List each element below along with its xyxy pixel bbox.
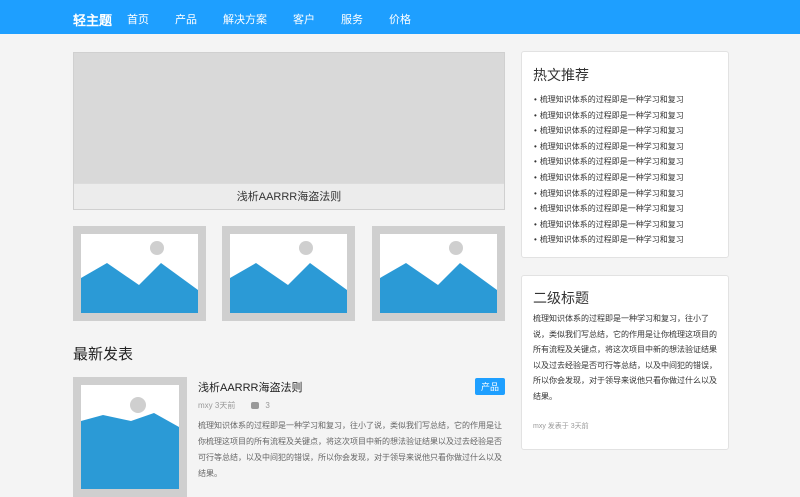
comment-count: 3 (265, 401, 270, 410)
main-nav: 首页 产品 解决方案 客户 服务 价格 (127, 11, 437, 27)
thumbnail-card[interactable] (372, 226, 505, 321)
thumbnail-card[interactable] (222, 226, 355, 321)
latest-section-title: 最新发表 (73, 346, 134, 363)
nav-products[interactable]: 产品 (175, 11, 197, 27)
hot-article-link[interactable]: 梳理知识体系的过程即是一种学习和复习 (534, 170, 684, 186)
secondary-card-meta: mxy 发表于 3天前 (533, 423, 589, 430)
image-placeholder-icon (81, 234, 198, 313)
hot-articles-card: 热文推荐 梳理知识体系的过程即是一种学习和复习 梳理知识体系的过程即是一种学习和… (521, 51, 729, 258)
hot-article-link[interactable]: 梳理知识体系的过程即是一种学习和复习 (534, 154, 684, 170)
hot-article-link[interactable]: 梳理知识体系的过程即是一种学习和复习 (534, 108, 684, 124)
image-placeholder-icon (81, 385, 179, 489)
hot-article-link[interactable]: 梳理知识体系的过程即是一种学习和复习 (534, 201, 684, 217)
hot-article-link[interactable]: 梳理知识体系的过程即是一种学习和复习 (534, 92, 684, 108)
hot-article-link[interactable]: 梳理知识体系的过程即是一种学习和复习 (534, 123, 684, 139)
hot-articles-list: 梳理知识体系的过程即是一种学习和复习 梳理知识体系的过程即是一种学习和复习 梳理… (534, 92, 684, 248)
secondary-card: 二级标题 梳理知识体系的过程即是一种学习和复习，往小了说，类似我们写总结，它的作… (521, 275, 729, 450)
hot-articles-title: 热文推荐 (533, 67, 589, 83)
comment-icon (251, 402, 260, 409)
post-thumbnail[interactable] (73, 377, 187, 497)
nav-services[interactable]: 服务 (341, 11, 363, 27)
post-time: 3天前 (214, 401, 236, 410)
post-author: mxy (198, 401, 213, 410)
hot-article-link[interactable]: 梳理知识体系的过程即是一种学习和复习 (534, 217, 684, 233)
post-title[interactable]: 浅析AARRR海盗法则 (198, 379, 303, 395)
nav-home[interactable]: 首页 (127, 11, 149, 27)
post-excerpt: 梳理知识体系的过程即是一种学习和复习，往小了说，类似我们写总结，它的作用是让你梳… (198, 421, 502, 478)
post-meta: mxy 3天前 3 (198, 400, 270, 411)
image-placeholder-icon (230, 234, 347, 313)
top-navbar: 轻主题 首页 产品 解决方案 客户 服务 价格 (0, 0, 800, 34)
hero-caption[interactable]: 浅析AARRR海盗法则 (74, 183, 504, 209)
hot-article-link[interactable]: 梳理知识体系的过程即是一种学习和复习 (534, 186, 684, 202)
thumbnail-card[interactable] (73, 226, 206, 321)
nav-solutions[interactable]: 解决方案 (223, 11, 267, 27)
category-badge[interactable]: 产品 (474, 378, 505, 395)
brand-logo[interactable]: 轻主题 (73, 10, 112, 29)
secondary-card-title: 二级标题 (533, 290, 589, 306)
image-placeholder-icon (380, 234, 497, 313)
nav-customers[interactable]: 客户 (293, 11, 315, 27)
post-item: 浅析AARRR海盗法则 产品 mxy 3天前 3 梳理知识体系的过程即是一种学习… (73, 377, 505, 497)
hot-article-link[interactable]: 梳理知识体系的过程即是一种学习和复习 (534, 232, 684, 248)
nav-pricing[interactable]: 价格 (389, 11, 411, 27)
secondary-card-body: 梳理知识体系的过程即是一种学习和复习，往小了说，类似我们写总结，它的作用是让你梳… (533, 314, 717, 401)
hero-banner[interactable]: 浅析AARRR海盗法则 (73, 52, 505, 210)
hot-article-link[interactable]: 梳理知识体系的过程即是一种学习和复习 (534, 139, 684, 155)
